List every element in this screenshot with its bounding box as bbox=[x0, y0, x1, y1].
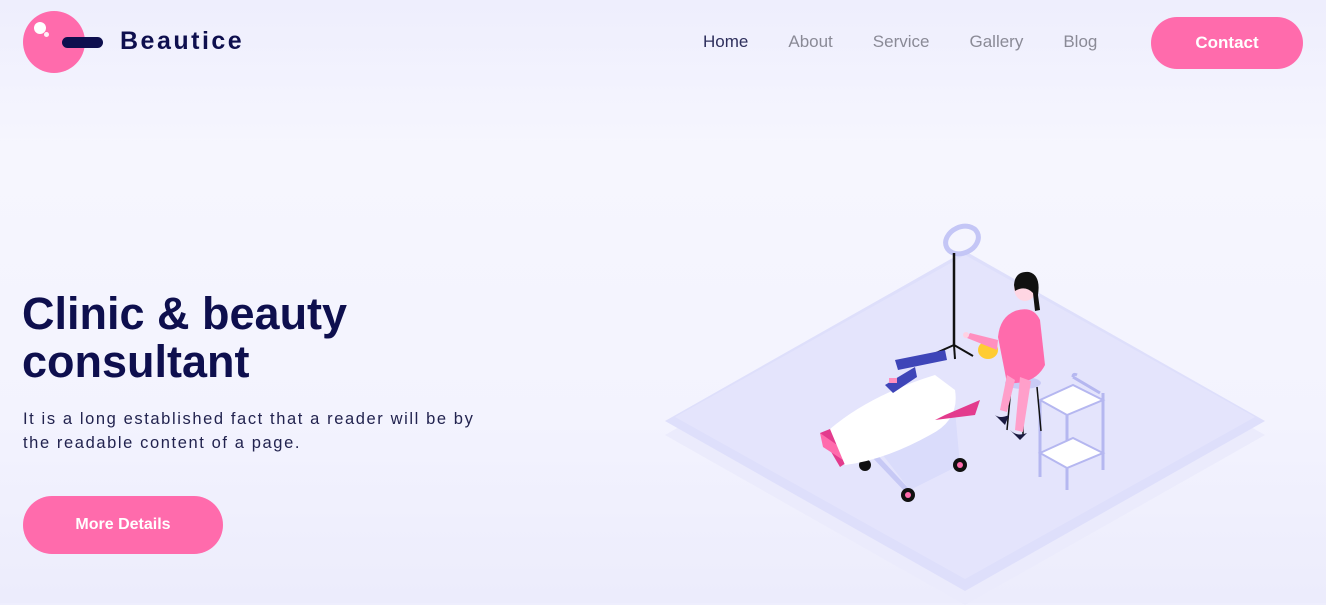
nav-item-gallery[interactable]: Gallery bbox=[969, 31, 1023, 53]
logo-mark-icon bbox=[23, 11, 103, 73]
nav-item-about[interactable]: About bbox=[788, 31, 832, 53]
brand-logo[interactable]: Beautice bbox=[23, 11, 242, 73]
hero-title: Clinic & beauty consultant bbox=[22, 288, 348, 387]
beauty-clinic-illustration bbox=[665, 223, 1265, 605]
brand-name: Beautice bbox=[120, 27, 245, 55]
nav-item-blog[interactable]: Blog bbox=[1063, 31, 1097, 53]
more-details-button[interactable]: More Details bbox=[23, 496, 223, 554]
main-nav: Home About Service Gallery Blog bbox=[703, 31, 1097, 53]
contact-button[interactable]: Contact bbox=[1151, 17, 1303, 69]
nav-item-home[interactable]: Home bbox=[703, 31, 748, 53]
nav-item-service[interactable]: Service bbox=[873, 31, 930, 53]
hero-description: It is a long established fact that a rea… bbox=[23, 410, 475, 452]
